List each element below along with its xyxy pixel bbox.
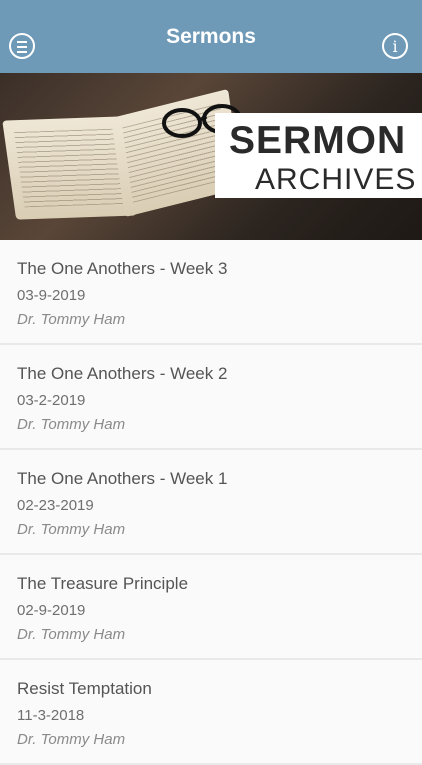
- banner-line1: SERMON: [229, 119, 407, 162]
- sermon-date: 03-9-2019: [17, 287, 86, 304]
- sermon-speaker: Dr. Tommy Ham: [17, 626, 126, 643]
- list-item[interactable]: The Treasure Principle 02-9-2019 Dr. Tom…: [0, 555, 422, 658]
- banner-label: SERMON ARCHIVES: [215, 113, 422, 198]
- sermon-title: Resist Temptation: [17, 679, 152, 698]
- sermon-date: 11-3-2018: [17, 707, 85, 724]
- sermon-speaker: Dr. Tommy Ham: [17, 416, 126, 433]
- top-bar: Sermons i: [0, 0, 422, 73]
- sermon-speaker: Dr. Tommy Ham: [17, 731, 126, 748]
- list-item[interactable]: The One Anothers - Week 3 03-9-2019 Dr. …: [0, 240, 422, 343]
- sermon-list: The One Anothers - Week 3 03-9-2019 Dr. …: [0, 240, 422, 765]
- info-icon[interactable]: i: [382, 33, 408, 59]
- sermon-title: The One Anothers - Week 2: [17, 364, 228, 383]
- banner-line2: ARCHIVES: [255, 163, 417, 196]
- list-item[interactable]: The One Anothers - Week 2 03-2-2019 Dr. …: [0, 345, 422, 448]
- sermon-archives-banner: SERMON ARCHIVES: [0, 73, 422, 240]
- list-item[interactable]: The One Anothers - Week 1 02-23-2019 Dr.…: [0, 450, 422, 553]
- list-item[interactable]: Resist Temptation 11-3-2018 Dr. Tommy Ha…: [0, 660, 422, 763]
- sermon-title: The One Anothers - Week 1: [17, 469, 228, 488]
- page-title: Sermons: [166, 24, 256, 48]
- sermon-date: 02-23-2019: [17, 497, 94, 514]
- sermon-date: 02-9-2019: [17, 602, 86, 619]
- sermon-title: The Treasure Principle: [17, 574, 189, 593]
- sermon-speaker: Dr. Tommy Ham: [17, 311, 126, 328]
- sermon-title: The One Anothers - Week 3: [17, 259, 228, 278]
- sermon-date: 03-2-2019: [17, 392, 86, 409]
- sermon-speaker: Dr. Tommy Ham: [17, 521, 126, 538]
